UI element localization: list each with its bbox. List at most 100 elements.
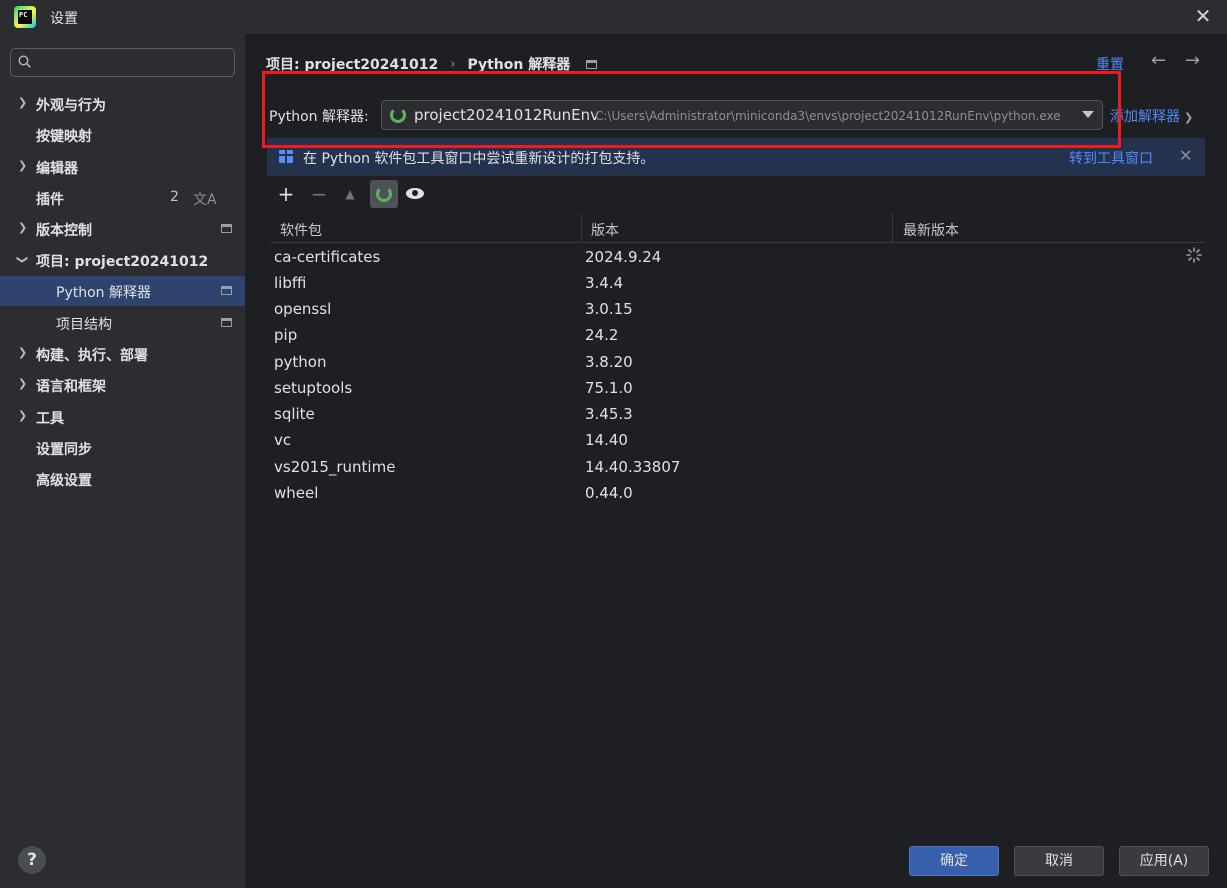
chevron-right-icon[interactable]: ❯	[18, 221, 28, 235]
package-name: wheel	[274, 484, 319, 502]
sidebar-item-label: 语言和框架	[36, 379, 106, 395]
package-name: python	[274, 353, 327, 371]
table-row[interactable]: setuptools 75.1.0	[270, 376, 1205, 402]
chevron-down-icon[interactable]: ❯	[15, 255, 29, 265]
project-scope-icon	[221, 286, 232, 295]
sidebar-item-label: Python 解释器	[56, 285, 151, 301]
sidebar-item-label: 编辑器	[36, 161, 78, 177]
chevron-right-icon[interactable]: ❯	[18, 159, 28, 173]
table-row[interactable]: openssl 3.0.15	[270, 297, 1205, 323]
close-icon[interactable]: ✕	[1179, 146, 1192, 165]
sidebar-item-label: 版本控制	[36, 223, 92, 239]
package-name: libffi	[274, 274, 307, 292]
eye-icon	[406, 188, 424, 199]
sidebar-item-plugins[interactable]: 插件 2 文A	[0, 183, 245, 213]
sidebar-item-label: 按键映射	[36, 129, 92, 145]
sidebar-item-label: 设置同步	[36, 442, 92, 458]
sidebar-item-appearance[interactable]: ❯ 外观与行为	[0, 89, 245, 119]
sidebar-item-editor[interactable]: ❯ 编辑器	[0, 152, 245, 182]
sidebar-item-label: 高级设置	[36, 473, 92, 489]
sidebar-item-build[interactable]: ❯ 构建、执行、部署	[0, 339, 245, 369]
package-version: 24.2	[585, 326, 619, 344]
help-button[interactable]: ?	[18, 846, 46, 874]
package-name: vc	[274, 431, 292, 449]
forward-arrow-icon[interactable]: →	[1185, 50, 1200, 71]
sidebar-item-project[interactable]: ❯ 项目: project20241012	[0, 245, 245, 275]
table-row[interactable]: ca-certificates 2024.9.24	[270, 245, 1205, 271]
sidebar-item-label: 插件	[36, 192, 64, 208]
show-early-releases-button[interactable]	[401, 180, 429, 208]
remove-package-button[interactable]: −	[305, 180, 333, 208]
chevron-right-icon[interactable]: ❯	[18, 377, 28, 391]
package-version: 14.40	[585, 431, 628, 449]
add-package-button[interactable]: +	[272, 180, 300, 208]
project-scope-icon	[221, 318, 232, 327]
package-version: 14.40.33807	[585, 458, 681, 476]
upgrade-package-button[interactable]: ▲	[336, 180, 364, 208]
logo-text: PC	[18, 10, 32, 24]
table-row[interactable]: vs2015_runtime 14.40.33807	[270, 455, 1205, 481]
table-row[interactable]: vc 14.40	[270, 428, 1205, 454]
back-arrow-icon[interactable]: ←	[1151, 50, 1166, 71]
settings-content: 项目: project20241012 › Python 解释器 重置 ← → …	[245, 34, 1227, 888]
search-input[interactable]	[41, 52, 226, 73]
table-row[interactable]: pip 24.2	[270, 323, 1205, 349]
sidebar-item-label: 外观与行为	[36, 98, 106, 114]
refresh-button[interactable]	[370, 180, 398, 208]
chevron-right-icon[interactable]: ❯	[18, 409, 28, 423]
column-header-latest[interactable]: 最新版本	[903, 220, 959, 240]
sidebar-item-advanced[interactable]: 高级设置	[0, 464, 245, 494]
sidebar-item-keymap[interactable]: 按键映射	[0, 120, 245, 150]
project-scope-icon	[586, 59, 598, 69]
column-divider[interactable]	[892, 214, 893, 243]
table-row[interactable]: sqlite 3.45.3	[270, 402, 1205, 428]
close-icon[interactable]: ✕	[1193, 5, 1213, 27]
go-to-tool-window-link[interactable]: 转到工具窗口	[1069, 148, 1153, 168]
package-version: 3.0.15	[585, 300, 633, 318]
cancel-button[interactable]: 取消	[1014, 846, 1104, 876]
package-name: pip	[274, 326, 298, 344]
apply-button[interactable]: 应用(A)	[1119, 846, 1209, 876]
plugins-count-badge: 2	[170, 189, 179, 205]
chevron-right-icon[interactable]: ❯	[18, 96, 28, 110]
package-version: 0.44.0	[585, 484, 633, 502]
package-name: setuptools	[274, 379, 353, 397]
ok-button[interactable]: 确定	[909, 846, 999, 876]
sidebar-item-python-interpreter[interactable]: Python 解释器	[0, 276, 245, 306]
add-interpreter-button[interactable]: 添加解释器 ❯	[1110, 106, 1193, 126]
sidebar-item-label: 工具	[36, 411, 64, 427]
package-version: 3.4.4	[585, 274, 624, 292]
package-version: 3.8.20	[585, 353, 633, 371]
sidebar-item-settings-sync[interactable]: 设置同步	[0, 433, 245, 463]
column-header-package[interactable]: 软件包	[280, 220, 322, 240]
sidebar-item-languages[interactable]: ❯ 语言和框架	[0, 370, 245, 400]
settings-sidebar: ❯ 外观与行为 按键映射 ❯ 编辑器 插件 2 文A ❯ 版本控制 ❯ 项目: …	[0, 34, 245, 888]
sidebar-item-vcs[interactable]: ❯ 版本控制	[0, 214, 245, 244]
translate-icon: 文A	[193, 192, 217, 208]
chevron-down-icon: ❯	[1184, 111, 1194, 124]
package-name: ca-certificates	[274, 248, 381, 266]
chevron-right-icon[interactable]: ❯	[18, 346, 28, 360]
column-header-version[interactable]: 版本	[591, 220, 619, 240]
window-title: 设置	[50, 11, 78, 27]
table-row[interactable]: libffi 3.4.4	[270, 271, 1205, 297]
breadcrumb-separator-icon: ›	[450, 56, 456, 72]
package-version: 2024.9.24	[585, 248, 662, 266]
table-row[interactable]: wheel 0.44.0	[270, 481, 1205, 507]
sidebar-item-label: 项目结构	[56, 317, 112, 333]
title-bar: PC 设置 ✕	[0, 0, 1227, 34]
package-version: 75.1.0	[585, 379, 633, 397]
sidebar-item-tools[interactable]: ❯ 工具	[0, 402, 245, 432]
settings-search[interactable]	[10, 48, 235, 77]
refresh-icon	[376, 186, 392, 202]
column-divider[interactable]	[581, 214, 582, 243]
pycharm-logo-icon: PC	[14, 6, 36, 28]
search-icon	[18, 55, 31, 68]
project-scope-icon	[221, 224, 232, 233]
sidebar-item-label: 构建、执行、部署	[36, 348, 148, 364]
gift-icon	[279, 150, 293, 163]
sidebar-item-label: 项目: project20241012	[36, 254, 209, 270]
table-row[interactable]: python 3.8.20	[270, 350, 1205, 376]
sidebar-item-project-structure[interactable]: 项目结构	[0, 308, 245, 338]
highlight-box	[262, 71, 1121, 148]
